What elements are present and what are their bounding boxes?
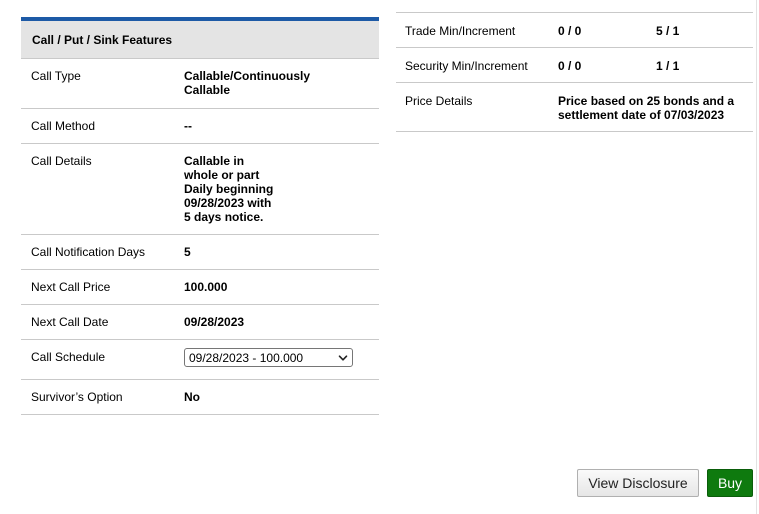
call-schedule-selected: 09/28/2023 - 100.000 — [189, 350, 304, 365]
call-details-label: Call Details — [31, 154, 92, 168]
call-method-value: -- — [184, 119, 192, 133]
security-min-value-1: 0 / 0 — [558, 59, 582, 73]
call-details-value: Callable in whole or part Daily beginnin… — [184, 144, 379, 234]
view-disclosure-button[interactable]: View Disclosure — [577, 469, 699, 497]
call-notification-days-label: Call Notification Days — [31, 245, 146, 259]
row-security-min-increment: Security Min/Increment 0 / 0 1 / 1 — [396, 48, 753, 83]
row-survivors-option: Survivor’s Option No — [21, 380, 379, 415]
row-call-method: Call Method -- — [21, 109, 379, 144]
call-details-line: 5 days notice. — [184, 210, 264, 224]
row-next-call-price: Next Call Price 100.000 — [21, 270, 379, 305]
row-trade-min-increment: Trade Min/Increment 0 / 0 5 / 1 — [396, 13, 753, 48]
survivors-option-value: No — [184, 390, 200, 404]
security-min-label: Security Min/Increment — [405, 59, 528, 73]
price-details-line1: Price based on 25 bonds and a — [558, 94, 735, 108]
call-type-value-line2: Callable — [184, 83, 231, 97]
row-price-details: Price Details Price based on 25 bonds an… — [396, 83, 753, 132]
trade-min-value-1: 0 / 0 — [558, 24, 582, 38]
call-details-line: whole or part — [184, 168, 260, 182]
call-type-value-line1: Callable/Continuously — [184, 69, 311, 83]
page-right-border — [756, 0, 757, 514]
next-call-date-value: 09/28/2023 — [184, 315, 245, 329]
next-call-date-label: Next Call Date — [31, 315, 109, 329]
next-call-price-label: Next Call Price — [31, 280, 111, 294]
row-call-type: Call Type Callable/Continuously Callable — [21, 59, 379, 109]
partial-row-above — [396, 0, 753, 13]
call-notification-days-value: 5 — [184, 245, 191, 259]
row-call-notification-days: Call Notification Days 5 — [21, 235, 379, 270]
row-call-schedule: Call Schedule 09/28/2023 - 100.000 — [21, 340, 379, 380]
call-type-label: Call Type — [31, 69, 81, 83]
call-details-line: Callable in — [184, 154, 245, 168]
survivors-option-label: Survivor’s Option — [31, 390, 123, 404]
trade-details-panel: Trade Min/Increment 0 / 0 5 / 1 Security… — [396, 0, 753, 132]
row-call-details: Call Details Callable in whole or part D… — [21, 144, 379, 235]
call-details-line: 09/28/2023 with — [184, 196, 272, 210]
price-details-line2: settlement date of 07/03/2023 — [558, 108, 725, 122]
panel-header: Call / Put / Sink Features — [21, 21, 379, 59]
security-min-value-2: 1 / 1 — [656, 59, 680, 73]
call-schedule-value: 09/28/2023 - 100.000 — [184, 340, 379, 379]
call-type-value: Callable/Continuously Callable — [184, 59, 379, 108]
row-next-call-date: Next Call Date 09/28/2023 — [21, 305, 379, 340]
buy-button[interactable]: Buy — [707, 469, 753, 497]
chevron-down-icon — [338, 354, 348, 361]
trade-min-label: Trade Min/Increment — [405, 24, 516, 38]
call-schedule-label: Call Schedule — [31, 350, 106, 364]
price-details-label: Price Details — [405, 94, 473, 108]
call-method-label: Call Method — [31, 119, 96, 133]
next-call-price-value: 100.000 — [184, 280, 228, 294]
call-details-line: Daily beginning — [184, 182, 274, 196]
call-schedule-select[interactable]: 09/28/2023 - 100.000 — [184, 348, 353, 367]
price-details-value: Price based on 25 bonds and a settlement… — [558, 83, 753, 131]
call-features-panel: Call / Put / Sink Features Call Type Cal… — [21, 17, 379, 415]
trade-min-value-2: 5 / 1 — [656, 24, 680, 38]
